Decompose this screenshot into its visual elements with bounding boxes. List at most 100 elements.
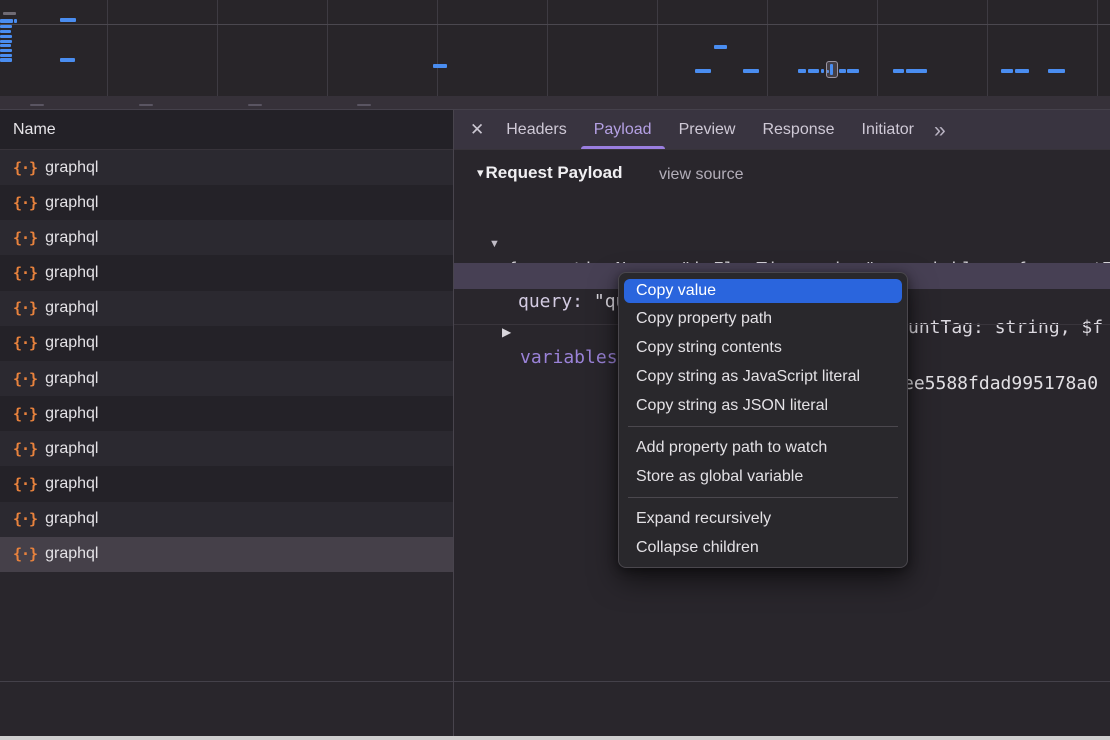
waterfall-bar xyxy=(1048,69,1065,73)
menu-separator xyxy=(628,426,898,427)
detail-tab-bar: ✕ HeadersPayloadPreviewResponseInitiator… xyxy=(453,110,1110,150)
menu-item-store-as-global-variable[interactable]: Store as global variable xyxy=(619,462,907,491)
waterfall-bar xyxy=(0,49,12,52)
bottom-divider xyxy=(0,681,1110,682)
close-icon[interactable]: ✕ xyxy=(470,120,484,140)
overview-gridline xyxy=(987,0,988,96)
detail-tabs: HeadersPayloadPreviewResponseInitiator xyxy=(493,110,927,150)
waterfall-bar xyxy=(3,12,16,15)
name-column-label: Name xyxy=(13,110,453,150)
tab-preview[interactable]: Preview xyxy=(666,110,749,150)
waterfall-bar xyxy=(433,64,447,68)
network-request-row[interactable]: {·} graphql xyxy=(0,466,453,501)
waterfall-bar xyxy=(821,69,824,73)
menu-item-collapse-children[interactable]: Collapse children xyxy=(619,533,907,562)
waterfall-bar xyxy=(0,25,12,28)
network-request-row[interactable]: {·}graphql xyxy=(0,396,453,431)
waterfall-bar xyxy=(1001,69,1013,73)
waterfall-bar xyxy=(798,69,806,73)
waterfall-bar xyxy=(0,35,12,38)
menu-separator xyxy=(628,497,898,498)
section-disclosure-icon: ▾ xyxy=(477,165,484,181)
network-request-row[interactable]: {·}graphql xyxy=(0,150,453,185)
json-braces-icon: {·} xyxy=(13,334,37,352)
view-source-link[interactable]: view source xyxy=(659,166,743,184)
request-name: graphql xyxy=(45,370,98,388)
waterfall-bar xyxy=(808,69,819,73)
overview-gridline xyxy=(877,0,878,96)
waterfall-bar xyxy=(695,69,711,73)
ruler-tick xyxy=(30,104,44,106)
menu-item-copy-string-contents[interactable]: Copy string contents xyxy=(619,333,907,362)
property-key: variables xyxy=(520,345,618,371)
request-name: graphql xyxy=(45,229,98,247)
waterfall-bar xyxy=(1015,69,1029,73)
request-payload-section-header[interactable]: ▾ Request Payload xyxy=(477,163,623,183)
hovered-request-marker xyxy=(826,61,838,78)
waterfall-bar xyxy=(0,54,12,57)
tab-response[interactable]: Response xyxy=(749,110,847,150)
tab-initiator[interactable]: Initiator xyxy=(849,110,927,150)
waterfall-bar xyxy=(60,18,76,22)
network-request-row[interactable]: {·}graphql xyxy=(0,220,453,255)
devtools-network-panel: Name ✕ HeadersPayloadPreviewResponseInit… xyxy=(0,0,1110,740)
waterfall-bar xyxy=(60,58,75,62)
json-braces-icon: {·} xyxy=(13,405,37,423)
menu-item-copy-property-path[interactable]: Copy property path xyxy=(619,304,907,333)
operation-name-row[interactable]: operationName: "ipFlowTimeseries" xyxy=(454,235,1110,261)
waterfall-bar xyxy=(743,69,759,73)
waterfall-bar xyxy=(0,58,12,62)
json-braces-icon: {·} xyxy=(13,510,37,528)
waterfall-bar xyxy=(0,40,12,43)
ruler-tick xyxy=(248,104,262,106)
waterfall-bar xyxy=(714,45,727,49)
network-request-row[interactable]: {·}graphql xyxy=(0,185,453,220)
window-bottom-edge xyxy=(0,736,1110,740)
json-braces-icon: {·} xyxy=(13,159,37,177)
waterfall-bar xyxy=(0,30,11,33)
json-braces-icon: {·} xyxy=(13,264,37,282)
network-overview-timeline[interactable] xyxy=(0,0,1110,110)
request-name: graphql xyxy=(45,334,98,352)
tab-payload[interactable]: Payload xyxy=(581,110,665,150)
request-name: graphql xyxy=(45,475,98,493)
menu-item-copy-string-as-json-literal[interactable]: Copy string as JSON literal xyxy=(619,391,907,420)
ruler-tick xyxy=(139,104,153,106)
overview-bottom-border xyxy=(0,109,1110,110)
menu-item-copy-string-as-javascript-literal[interactable]: Copy string as JavaScript literal xyxy=(619,362,907,391)
network-request-row[interactable]: {·}graphql xyxy=(0,291,453,326)
context-menu: Copy valueCopy property pathCopy string … xyxy=(618,272,908,568)
network-request-row[interactable]: {·} graphql xyxy=(0,502,453,537)
network-request-list: {·} graphql {·} graphql {·} graphql {·} graphql… xyxy=(0,150,453,736)
network-request-row[interactable]: {·} graphql xyxy=(0,255,453,290)
network-request-row[interactable]: {·} graphql xyxy=(0,326,453,361)
overview-gridline xyxy=(327,0,328,96)
network-request-row[interactable]: {·}graphql xyxy=(0,537,453,572)
waterfall-bar xyxy=(0,44,11,47)
request-name: graphql xyxy=(45,545,98,563)
ruler-tick xyxy=(357,104,371,106)
overview-gridline xyxy=(107,0,108,96)
request-name: graphql xyxy=(45,264,98,282)
waterfall-bar xyxy=(14,19,17,23)
disclosure-right-icon[interactable]: ▶ xyxy=(502,319,511,345)
request-name: graphql xyxy=(45,510,98,528)
menu-item-expand-recursively[interactable]: Expand recursively xyxy=(619,504,907,533)
waterfall-bar xyxy=(906,69,927,73)
tab-headers[interactable]: Headers xyxy=(493,110,579,150)
name-column-header[interactable]: Name xyxy=(0,110,453,150)
overview-gridline xyxy=(1097,0,1098,96)
json-braces-icon: {·} xyxy=(13,475,37,493)
panel-splitter[interactable] xyxy=(453,110,454,736)
waterfall-bar xyxy=(839,69,846,73)
json-braces-icon: {·} xyxy=(13,194,37,212)
menu-item-add-property-path-to-watch[interactable]: Add property path to watch xyxy=(619,433,907,462)
network-request-row[interactable]: {·}graphql xyxy=(0,361,453,396)
json-braces-icon: {·} xyxy=(13,299,37,317)
waterfall-bar xyxy=(893,69,904,73)
more-tabs-icon[interactable]: » xyxy=(927,120,953,141)
network-request-row[interactable]: {·}graphql xyxy=(0,431,453,466)
payload-root-row[interactable]: ▼ {operationName: "ipFlowTimeseries", va… xyxy=(454,205,1110,231)
menu-item-copy-value[interactable]: Copy value xyxy=(624,279,902,303)
header-bottom-border xyxy=(0,149,1110,150)
